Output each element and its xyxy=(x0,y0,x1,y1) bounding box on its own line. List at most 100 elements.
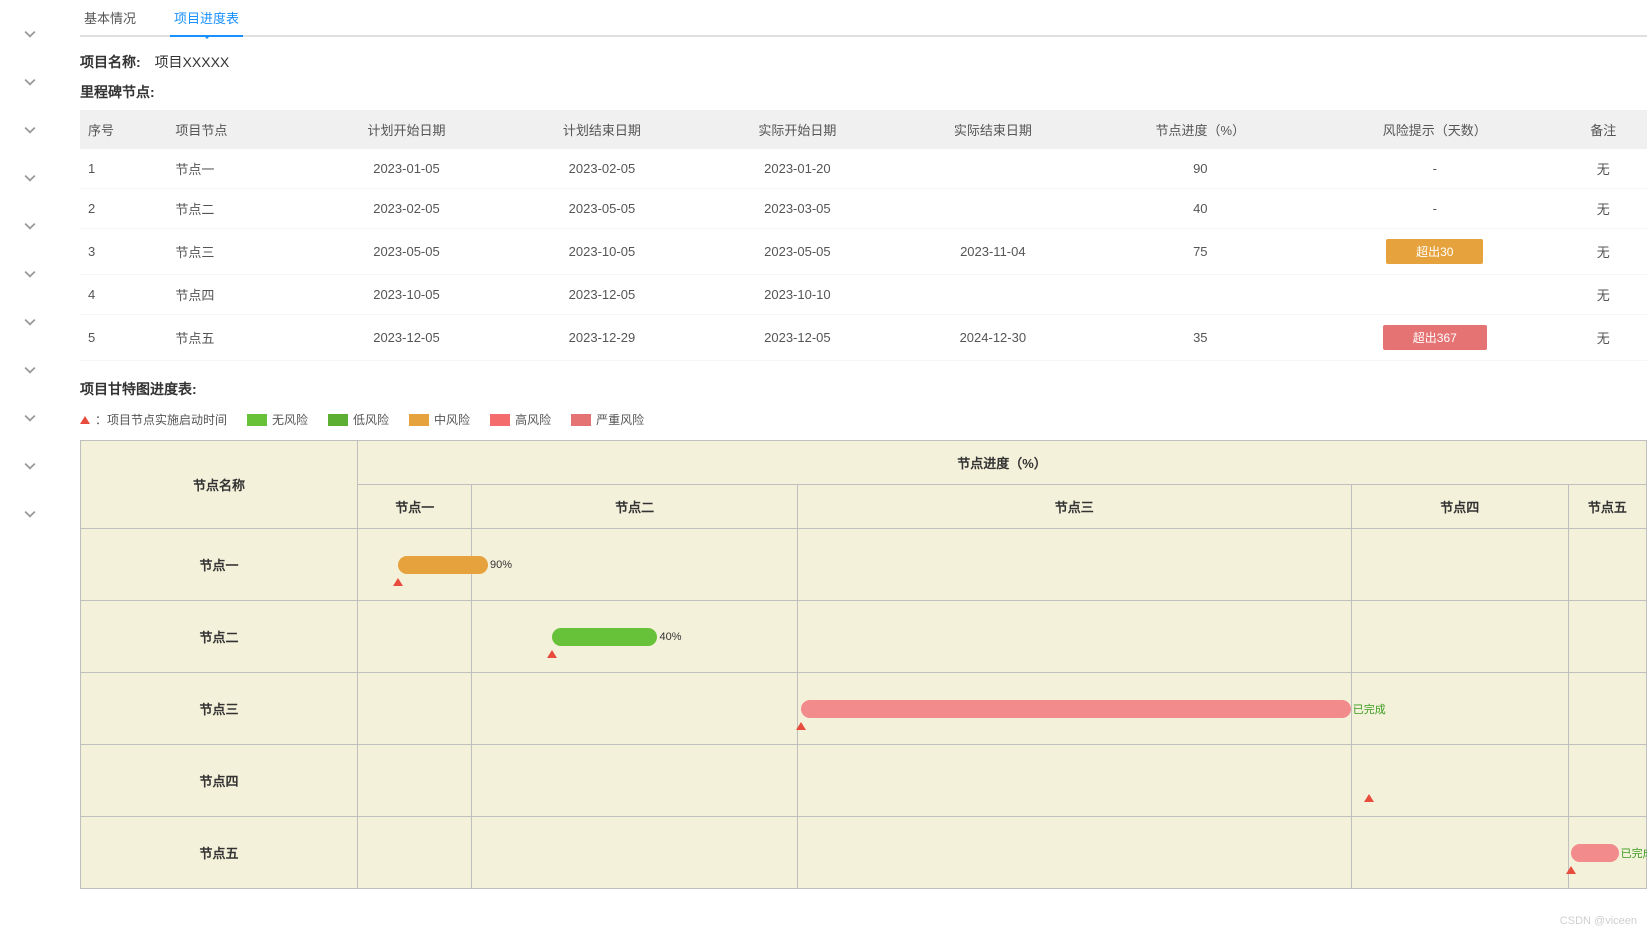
gantt-cell xyxy=(472,745,797,817)
table-cell: 2023-01-05 xyxy=(309,149,504,189)
gantt-row-label: 节点五 xyxy=(81,817,358,889)
legend-swatch xyxy=(328,414,348,426)
gantt-cell xyxy=(1568,529,1646,601)
legend-item: 高风险 xyxy=(490,411,551,428)
legend-swatch xyxy=(247,414,267,426)
gantt-cell xyxy=(1351,673,1568,745)
table-cell: 节点二 xyxy=(167,189,308,229)
tab-1[interactable]: 项目进度表 xyxy=(170,0,243,35)
legend-label: 中风险 xyxy=(434,411,470,428)
gantt-cell xyxy=(1351,817,1568,889)
gantt-bar xyxy=(1571,844,1619,862)
table-cell: 75 xyxy=(1091,229,1310,275)
triangle-marker-icon xyxy=(1566,866,1576,874)
gantt-cell xyxy=(797,529,1351,601)
chevron-down-icon[interactable] xyxy=(0,298,60,346)
table-header: 实际开始日期 xyxy=(700,110,895,149)
gantt-row: 节点三已完成 xyxy=(81,673,1647,745)
table-row: 3节点三2023-05-052023-10-052023-05-052023-1… xyxy=(80,229,1647,275)
table-cell: 2023-05-05 xyxy=(700,229,895,275)
table-row: 4节点四2023-10-052023-12-052023-10-10无 xyxy=(80,275,1647,315)
chevron-down-icon[interactable] xyxy=(0,106,60,154)
legend-swatch xyxy=(571,414,591,426)
table-cell: 2023-12-05 xyxy=(504,275,699,315)
table-cell: 2023-12-29 xyxy=(504,315,699,361)
legend-triangle: ：项目节点实施启动时间 xyxy=(80,411,227,428)
table-cell: 5 xyxy=(80,315,167,361)
table-cell xyxy=(895,149,1090,189)
table-cell: 2023-11-04 xyxy=(895,229,1090,275)
chevron-down-icon[interactable] xyxy=(0,10,60,58)
chevron-down-icon[interactable] xyxy=(0,154,60,202)
project-name-value: 项目XXXXX xyxy=(155,54,230,70)
table-header: 项目节点 xyxy=(167,110,308,149)
chevron-down-icon[interactable] xyxy=(0,394,60,442)
gantt-cell xyxy=(472,529,797,601)
gantt-cell xyxy=(1568,601,1646,673)
triangle-marker-icon xyxy=(393,578,403,586)
table-cell xyxy=(1091,275,1310,315)
legend-label: 严重风险 xyxy=(596,411,644,428)
gantt-cell: 已完成 xyxy=(1568,817,1646,889)
table-cell: 无 xyxy=(1560,189,1647,229)
table-cell: 1 xyxy=(80,149,167,189)
legend-label: 高风险 xyxy=(515,411,551,428)
gantt-cell xyxy=(1568,673,1646,745)
chevron-down-icon[interactable] xyxy=(0,250,60,298)
chevron-down-icon[interactable] xyxy=(0,442,60,490)
watermark: CSDN @viceen xyxy=(1560,915,1637,927)
table-row: 2节点二2023-02-052023-05-052023-03-0540-无 xyxy=(80,189,1647,229)
legend-label: 无风险 xyxy=(272,411,308,428)
gantt-cell xyxy=(797,817,1351,889)
table-cell: 2023-10-10 xyxy=(700,275,895,315)
legend-swatch xyxy=(409,414,429,426)
gantt-cell xyxy=(472,673,797,745)
tab-0[interactable]: 基本情况 xyxy=(80,0,140,35)
table-cell xyxy=(1310,275,1560,315)
gantt-cell xyxy=(1568,745,1646,817)
table-cell: 2023-12-05 xyxy=(309,315,504,361)
table-cell: 超出30 xyxy=(1310,229,1560,275)
sidebar xyxy=(0,0,60,909)
table-cell: 2023-01-20 xyxy=(700,149,895,189)
gantt-cell xyxy=(1351,601,1568,673)
table-row: 5节点五2023-12-052023-12-292023-12-052024-1… xyxy=(80,315,1647,361)
milestone-section-title: 里程碑节点: xyxy=(80,82,1647,102)
risk-badge: 超出30 xyxy=(1386,239,1483,264)
gantt-bar xyxy=(801,700,1351,718)
gantt-cell xyxy=(358,745,472,817)
legend-item: 无风险 xyxy=(247,411,308,428)
table-cell: 节点一 xyxy=(167,149,308,189)
project-name-row: 项目名称: 项目XXXXX xyxy=(80,52,1647,72)
gantt-row-label: 节点三 xyxy=(81,673,358,745)
table-header: 风险提示（天数） xyxy=(1310,110,1560,149)
table-cell: 40 xyxy=(1091,189,1310,229)
legend-swatch xyxy=(490,414,510,426)
legend-label: 低风险 xyxy=(353,411,389,428)
chevron-down-icon[interactable] xyxy=(0,490,60,538)
table-cell: 2024-12-30 xyxy=(895,315,1090,361)
table-header: 节点进度（%） xyxy=(1091,110,1310,149)
triangle-marker-icon xyxy=(1364,794,1374,802)
chevron-down-icon[interactable] xyxy=(0,58,60,106)
legend-item: 中风险 xyxy=(409,411,470,428)
gantt-col-header: 节点三 xyxy=(797,485,1351,529)
table-cell: 节点五 xyxy=(167,315,308,361)
table-cell: 4 xyxy=(80,275,167,315)
risk-badge: 超出367 xyxy=(1383,325,1487,350)
table-cell xyxy=(895,189,1090,229)
triangle-icon xyxy=(80,416,90,424)
legend-item: 低风险 xyxy=(328,411,389,428)
gantt-row-label: 节点一 xyxy=(81,529,358,601)
chevron-down-icon[interactable] xyxy=(0,346,60,394)
chevron-down-icon[interactable] xyxy=(0,202,60,250)
table-cell: 无 xyxy=(1560,229,1647,275)
table-cell: 无 xyxy=(1560,149,1647,189)
table-cell: 3 xyxy=(80,229,167,275)
main-content: 基本情况项目进度表 项目名称: 项目XXXXX 里程碑节点: 序号项目节点计划开… xyxy=(60,0,1647,909)
legend: ：项目节点实施启动时间 无风险 低风险 中风险 高风险 严重风险 xyxy=(80,411,1647,428)
gantt-cell xyxy=(358,673,472,745)
table-cell: 2023-10-05 xyxy=(309,275,504,315)
gantt-row: 节点一90% xyxy=(81,529,1647,601)
table-cell: 2023-02-05 xyxy=(309,189,504,229)
